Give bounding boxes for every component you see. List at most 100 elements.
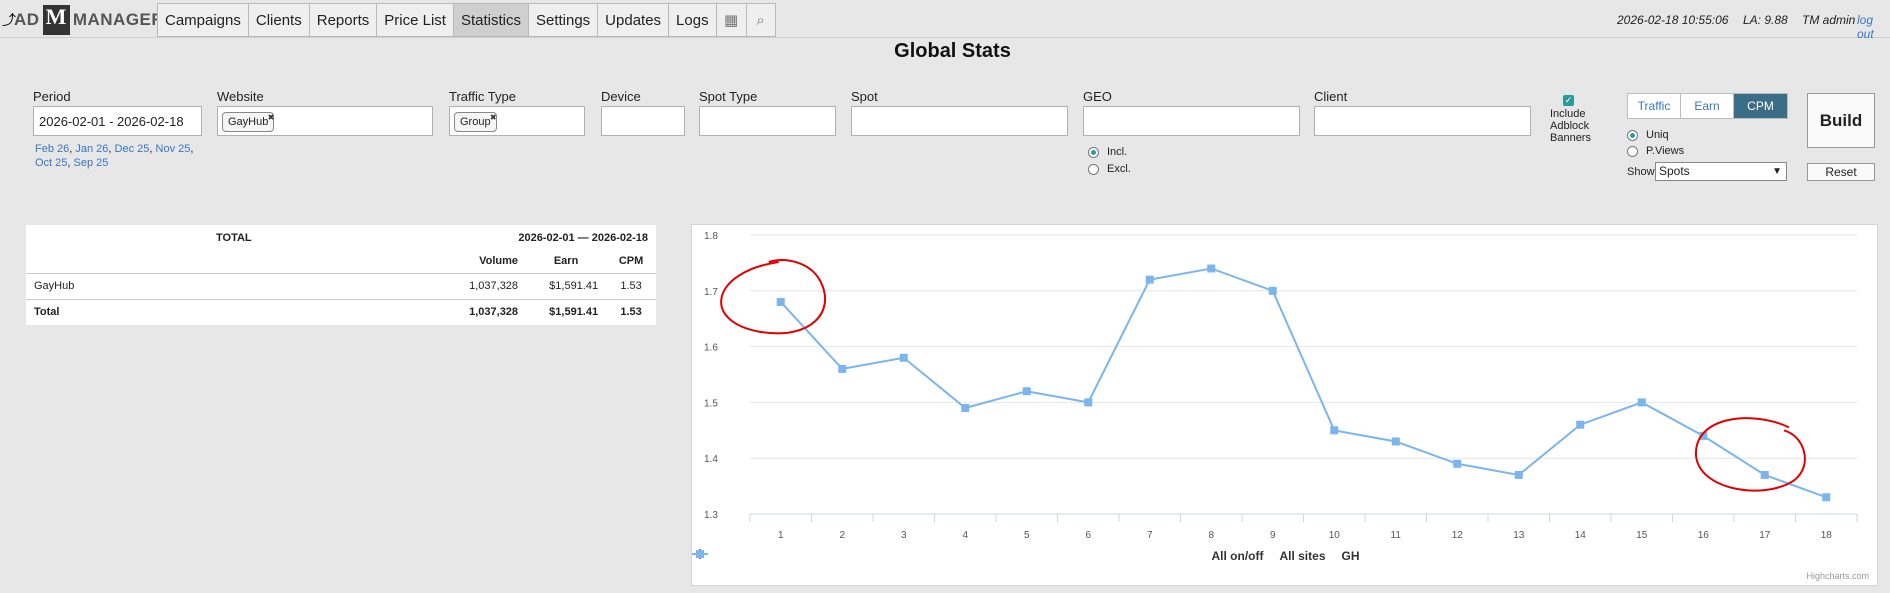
x-tick-label: 10 [1329,530,1341,541]
data-point [1760,470,1769,479]
col-earn[interactable]: Earn [526,250,607,274]
device-input[interactable] [601,106,685,136]
data-point [1145,275,1154,284]
x-tick-label: 2 [839,530,845,541]
logout-link[interactable]: log out [1857,13,1890,41]
quick-period-link[interactable]: Jan 26 [75,143,108,155]
quick-period-link[interactable]: Dec 25 [115,143,150,155]
remove-chip-icon[interactable]: ✖ [268,109,275,127]
quick-period-links: Feb 26, Jan 26, Dec 25, Nov 25, Oct 25, … [35,142,205,170]
remove-chip-icon[interactable]: ✖ [490,109,497,127]
segment-traffic[interactable]: Traffic [1628,94,1681,118]
geo-label: GEO [1083,89,1112,104]
legend-label: All on/off [1211,549,1264,563]
spot-type-label: Spot Type [699,89,758,104]
device-label: Device [601,89,641,104]
nav-clients[interactable]: Clients [247,3,309,37]
search-icon[interactable]: ⌕ [745,3,776,37]
data-point [1453,459,1462,468]
x-tick-label: 17 [1759,530,1771,541]
chart-credit[interactable]: Highcharts.com [1806,571,1869,581]
geo-excl-radio[interactable]: Excl. [1088,163,1131,175]
spot-input[interactable] [851,106,1068,136]
adblock-label: Include Adblock Banners [1550,108,1591,144]
client-input[interactable] [1314,106,1531,136]
legend-label: GH [1341,549,1360,563]
uniq-radio[interactable]: Uniq [1627,129,1669,141]
legend-item[interactable]: All sites [692,549,1326,563]
adblock-option[interactable]: ✓ Include Adblock Banners [1550,95,1610,144]
logo-text-left: AD [14,10,40,29]
data-point [1022,387,1031,396]
quick-period-link[interactable]: Nov 25 [156,143,191,155]
pviews-label: P.Views [1646,145,1685,157]
segment-cpm[interactable]: CPM [1734,94,1787,118]
row-earn: $1,591.41 [526,273,607,300]
annotation-circle [1694,417,1806,492]
annotation-circle [720,259,826,335]
data-point [899,353,908,362]
col-cpm[interactable]: CPM [606,250,656,274]
table-header-row: TOTAL 2026-02-01 — 2026-02-18 [26,225,656,250]
data-point [1084,398,1093,407]
nav-logs[interactable]: Logs [668,3,716,37]
period-input[interactable]: 2026-02-01 - 2026-02-18 [33,106,202,136]
data-point [1576,420,1585,429]
app-logo[interactable]: AD M MANAGER [14,3,164,37]
total-earn: $1,591.41 [549,306,599,319]
page-title: Global Stats [894,40,1011,62]
website-input[interactable]: GayHub ✖ [217,106,433,136]
chart-svg: 1.31.41.51.61.71.81 2 3 4 5 6 7 8 9 10 11 12 13 14 15 1… [704,231,1858,541]
main-nav: Campaigns Clients Reports Price List Statist… [157,3,776,37]
chart-legend: All on/off All sites GH [692,549,1879,563]
nav-updates[interactable]: Updates [597,3,669,37]
legend-item[interactable]: All on/off [692,549,1264,563]
geo-input[interactable] [1083,106,1300,136]
uniq-label: Uniq [1646,129,1669,141]
legend-label: All sites [1279,549,1326,563]
data-point [1207,264,1216,273]
build-button[interactable]: Build [1807,93,1875,148]
calendar-icon[interactable]: ▦ [715,3,746,37]
nav-reports[interactable]: Reports [308,3,377,37]
col-volume[interactable]: Volume [446,250,527,274]
checkbox-checked-icon[interactable]: ✓ [1563,95,1574,106]
website-label: Website [217,89,264,104]
spot-type-input[interactable] [699,106,836,136]
square-marker-icon [692,550,708,558]
pviews-radio[interactable]: P.Views [1627,145,1684,157]
show-label: Show [1627,166,1655,178]
data-point [1514,470,1523,479]
nav-campaigns[interactable]: Campaigns [157,3,248,37]
legend-item[interactable]: GH [692,549,1360,563]
website-chip[interactable]: GayHub ✖ [222,109,275,132]
reset-button[interactable]: Reset [1807,163,1875,181]
x-tick-label: 1 [778,530,784,541]
x-tick-label: 14 [1575,530,1587,541]
x-tick-label: 15 [1636,530,1648,541]
chevron-down-icon: ▼ [1772,166,1782,177]
x-tick-label: 11 [1391,530,1402,541]
radio-icon [1627,129,1638,141]
load-average: LA: 9.88 [1743,13,1788,27]
x-tick-label: 13 [1513,530,1525,541]
client-label: Client [1314,89,1348,104]
segment-earn[interactable]: Earn [1681,94,1734,118]
series-line-gh [780,267,1827,499]
x-tick-label: 5 [1024,530,1030,541]
nav-statistics[interactable]: Statistics [452,3,528,37]
data-point [1822,493,1831,502]
traffic-type-chip[interactable]: Group ✖ [454,112,497,132]
cpm-chart: 1.3 1.4 1.5 1.6 1.7 1.8 1 2 3 4 5 6 7 8 9 10 11 12 13 14 15 1… [691,224,1878,586]
nav-price-list[interactable]: Price List [376,3,453,37]
show-select[interactable]: Spots ▼ [1655,162,1787,181]
radio-icon [1088,146,1099,158]
quick-period-link[interactable]: Sep 25 [74,157,109,169]
nav-settings[interactable]: Settings [527,3,598,37]
traffic-type-input[interactable]: Group ✖ [449,106,585,136]
geo-incl-radio[interactable]: Incl. [1088,146,1127,158]
quick-period-link[interactable]: Oct 25 [35,157,67,169]
quick-period-link[interactable]: Feb 26 [35,143,69,155]
table-row: GayHub 1,037,328 $1,591.41 1.53 [26,273,656,300]
separator: , [190,143,194,155]
